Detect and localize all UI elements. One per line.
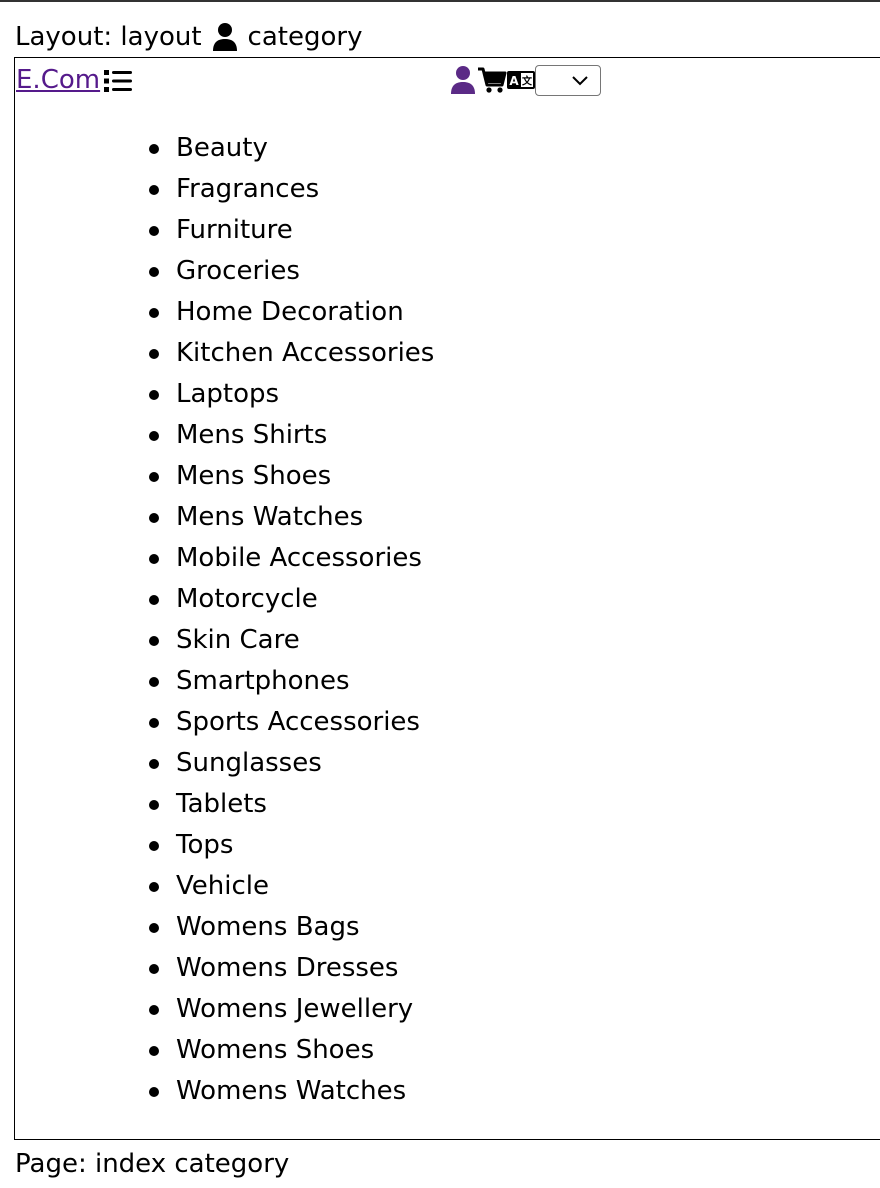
navbar-actions: A 文 — [450, 64, 601, 96]
category-item[interactable]: Motorcycle — [148, 579, 434, 620]
category-item[interactable]: Sports Accessories — [148, 702, 434, 743]
layout-label-suffix: category — [247, 22, 363, 52]
svg-text:A: A — [509, 74, 519, 88]
category-item[interactable]: Tops — [148, 825, 434, 866]
svg-text:文: 文 — [522, 75, 533, 88]
page-label: Page: index category — [15, 1149, 290, 1179]
person-icon — [212, 23, 237, 51]
category-item[interactable]: Laptops — [148, 374, 434, 415]
top-rule — [0, 0, 880, 2]
layout-frame — [14, 57, 880, 1140]
brand-link[interactable]: E.Com — [16, 64, 100, 96]
layout-label: Layout: layout category — [15, 19, 362, 55]
category-item[interactable]: Mens Watches — [148, 497, 434, 538]
category-item[interactable]: Home Decoration — [148, 292, 434, 333]
category-item[interactable]: Mens Shoes — [148, 456, 434, 497]
category-item[interactable]: Beauty — [148, 128, 434, 169]
list-icon[interactable] — [104, 69, 134, 93]
cart-icon[interactable] — [477, 66, 507, 94]
category-item[interactable]: Groceries — [148, 251, 434, 292]
category-item[interactable]: Mens Shirts — [148, 415, 434, 456]
layout-label-prefix: Layout: layout — [15, 22, 202, 52]
language-select[interactable] — [535, 64, 601, 96]
category-item[interactable]: Smartphones — [148, 661, 434, 702]
category-item[interactable]: Tablets — [148, 784, 434, 825]
chevron-down-icon — [572, 75, 588, 85]
category-item[interactable]: Womens Dresses — [148, 948, 434, 989]
category-list: Beauty Fragrances Furniture Groceries Ho… — [148, 128, 434, 1112]
category-item[interactable]: Womens Jewellery — [148, 989, 434, 1030]
category-item[interactable]: Kitchen Accessories — [148, 333, 434, 374]
category-item[interactable]: Womens Shoes — [148, 1030, 434, 1071]
category-item[interactable]: Furniture — [148, 210, 434, 251]
navbar: E.Com A 文 — [16, 64, 876, 96]
translate-icon[interactable]: A 文 — [507, 71, 535, 89]
category-item[interactable]: Skin Care — [148, 620, 434, 661]
category-item[interactable]: Womens Watches — [148, 1071, 434, 1112]
category-item[interactable]: Vehicle — [148, 866, 434, 907]
user-icon[interactable] — [450, 65, 476, 95]
category-item[interactable]: Sunglasses — [148, 743, 434, 784]
category-item[interactable]: Mobile Accessories — [148, 538, 434, 579]
category-item[interactable]: Fragrances — [148, 169, 434, 210]
category-item[interactable]: Womens Bags — [148, 907, 434, 948]
